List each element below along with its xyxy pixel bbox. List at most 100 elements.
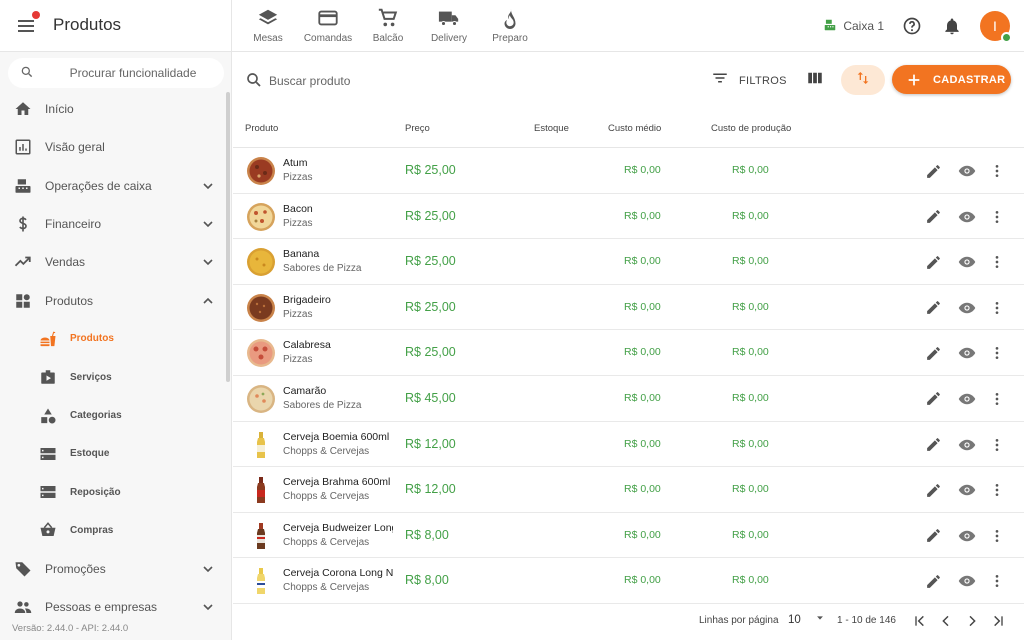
sidebar-item-financeiro[interactable]: Financeiro xyxy=(0,205,226,243)
table-row[interactable]: Camarão Sabores de Pizza R$ 45,00 R$ 0,00 R$… xyxy=(233,376,1024,422)
feature-search-input[interactable] xyxy=(48,63,218,83)
edit-icon[interactable] xyxy=(923,389,943,409)
product-category: Pizzas xyxy=(283,217,313,229)
sidebar-item-promocoes[interactable]: Promoções xyxy=(0,550,226,588)
sidebar-subitem-produtos[interactable]: Produtos xyxy=(0,320,226,358)
swap-vertical-icon xyxy=(855,70,871,91)
edit-icon[interactable] xyxy=(923,435,943,455)
caixa-selector[interactable]: Caixa 1 xyxy=(823,18,884,35)
edit-icon[interactable] xyxy=(923,571,943,591)
product-average-cost: R$ 0,00 xyxy=(624,164,661,176)
product-search[interactable] xyxy=(245,70,505,92)
more-vertical-icon[interactable] xyxy=(987,435,1007,455)
sidebar-item-operacoes-caixa[interactable]: Operações de caixa xyxy=(0,167,226,205)
edit-icon[interactable] xyxy=(923,161,943,181)
help-icon[interactable] xyxy=(900,14,924,38)
visibility-icon[interactable] xyxy=(957,207,977,227)
edit-icon[interactable] xyxy=(923,207,943,227)
table-row[interactable]: Atum Pizzas R$ 25,00 R$ 0,00 R$ 0,00 xyxy=(233,148,1024,194)
next-page-icon[interactable] xyxy=(962,611,982,631)
product-search-input[interactable] xyxy=(269,71,499,91)
sidebar-subitem-compras[interactable]: Compras xyxy=(0,511,226,549)
edit-icon[interactable] xyxy=(923,526,943,546)
quicknav-preparo[interactable]: Preparo xyxy=(482,4,538,48)
sidebar-subitem-servicos[interactable]: Serviços xyxy=(0,358,226,396)
column-header-preco[interactable]: Preço xyxy=(405,123,430,134)
quicknav-label: Balcão xyxy=(372,33,404,44)
product-production-cost: R$ 0,00 xyxy=(732,574,769,587)
columns-icon[interactable] xyxy=(806,69,826,89)
sidebar-subitem-categorias[interactable]: Categorias xyxy=(0,396,226,434)
sidebar-item-inicio[interactable]: Início xyxy=(0,90,226,128)
chevron-down-icon xyxy=(200,561,216,577)
more-vertical-icon[interactable] xyxy=(987,161,1007,181)
more-vertical-icon[interactable] xyxy=(987,571,1007,591)
visibility-icon[interactable] xyxy=(957,252,977,272)
sidebar-subitem-estoque[interactable]: Estoque xyxy=(0,435,226,473)
previous-page-icon[interactable] xyxy=(936,611,956,631)
rows-per-page-select[interactable]: 10 xyxy=(788,613,825,626)
table-row[interactable]: Cerveja Budweizer Long Neck Chopps & Cerv… xyxy=(233,513,1024,559)
sidebar-item-visao-geral[interactable]: Visão geral xyxy=(0,128,226,166)
edit-icon[interactable] xyxy=(923,298,943,318)
table-row[interactable]: Brigadeiro Pizzas R$ 25,00 R$ 0,00 R$ 0,00 xyxy=(233,285,1024,331)
product-thumbnail xyxy=(245,201,277,233)
visibility-icon[interactable] xyxy=(957,389,977,409)
add-product-button[interactable]: CADASTRAR xyxy=(892,65,1011,94)
product-name: Camarão xyxy=(283,384,327,397)
product-price: R$ 45,00 xyxy=(405,390,456,405)
filters-button[interactable]: FILTROS xyxy=(711,69,787,92)
edit-icon[interactable] xyxy=(923,252,943,272)
edit-icon[interactable] xyxy=(923,480,943,500)
sidebar-item-vendas[interactable]: Vendas xyxy=(0,243,226,281)
more-vertical-icon[interactable] xyxy=(987,343,1007,363)
visibility-icon[interactable] xyxy=(957,161,977,181)
visibility-icon[interactable] xyxy=(957,526,977,546)
quicknav-mesas[interactable]: Mesas xyxy=(240,4,296,48)
sort-button[interactable] xyxy=(841,65,885,95)
sidebar-item-label: Vendas xyxy=(45,255,86,270)
sidebar-subitem-reposicao[interactable]: Reposição xyxy=(0,473,226,511)
avatar[interactable]: I xyxy=(980,11,1012,43)
quicknav-balcao[interactable]: Balcão xyxy=(360,4,416,48)
more-vertical-icon[interactable] xyxy=(987,207,1007,227)
table-row[interactable]: Banana Sabores de Pizza R$ 25,00 R$ 0,00 R$ … xyxy=(233,239,1024,285)
column-header-custo-producao[interactable]: Custo de produção xyxy=(711,123,791,134)
product-name: Atum xyxy=(283,157,308,169)
column-header-estoque[interactable]: Estoque xyxy=(534,123,569,134)
column-header-produto[interactable]: Produto xyxy=(245,123,278,134)
feature-search[interactable] xyxy=(8,58,224,88)
table-row[interactable]: Bacon Pizzas R$ 25,00 R$ 0,00 R$ 0,00 xyxy=(233,194,1024,240)
visibility-icon[interactable] xyxy=(957,480,977,500)
more-vertical-icon[interactable] xyxy=(987,389,1007,409)
more-vertical-icon[interactable] xyxy=(987,526,1007,546)
sidebar-item-pessoas-empresas[interactable]: Pessoas e empresas xyxy=(0,588,226,626)
trending-up-icon xyxy=(13,252,33,272)
bell-icon[interactable] xyxy=(940,14,964,38)
product-category: Pizzas xyxy=(283,172,313,183)
visibility-icon[interactable] xyxy=(957,343,977,363)
more-vertical-icon[interactable] xyxy=(987,298,1007,318)
table-row[interactable]: Cerveja Boemia 600ml Chopps & Cervejas R$ … xyxy=(233,422,1024,468)
product-thumbnail xyxy=(245,565,277,597)
product-name: Banana xyxy=(283,248,320,261)
sidebar-item-produtos[interactable]: Produtos xyxy=(0,281,226,319)
quicknav-comandas[interactable]: Comandas xyxy=(301,4,355,48)
chevron-down-icon xyxy=(200,216,216,232)
visibility-icon[interactable] xyxy=(957,298,977,318)
edit-icon[interactable] xyxy=(923,343,943,363)
quicknav-delivery[interactable]: Delivery xyxy=(421,4,477,48)
table-row[interactable]: Cerveja Corona Long Neck Chopps & Cerveja… xyxy=(233,558,1024,604)
table-row[interactable]: Calabresa Pizzas R$ 25,00 R$ 0,00 R$ 0,00 xyxy=(233,330,1024,376)
sidebar-scrollbar[interactable] xyxy=(226,92,230,382)
table-row[interactable]: Cerveja Brahma 600ml Chopps & Cervejas R$ … xyxy=(233,467,1024,513)
visibility-icon[interactable] xyxy=(957,435,977,455)
search-icon xyxy=(20,65,34,84)
more-vertical-icon[interactable] xyxy=(987,252,1007,272)
quicknav-label: Mesas xyxy=(253,33,283,44)
first-page-icon[interactable] xyxy=(910,611,930,631)
visibility-icon[interactable] xyxy=(957,571,977,591)
last-page-icon[interactable] xyxy=(988,611,1008,631)
more-vertical-icon[interactable] xyxy=(987,480,1007,500)
column-header-custo-medio[interactable]: Custo médio xyxy=(608,123,661,134)
